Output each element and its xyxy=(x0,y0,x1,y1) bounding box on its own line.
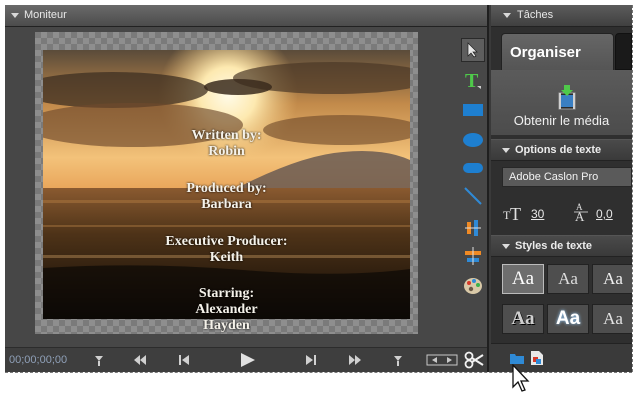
step-back-button[interactable] xyxy=(173,351,195,369)
get-media-button[interactable] xyxy=(555,85,577,116)
font-size-icon: T T xyxy=(503,204,521,223)
text-style-swatch[interactable]: Aa xyxy=(547,264,589,294)
fast-forward-icon xyxy=(349,355,361,365)
font-size-value[interactable]: 30 xyxy=(531,207,544,221)
new-document-icon xyxy=(531,351,543,365)
credit-line: Keith xyxy=(209,250,244,265)
credit-line: Alexander xyxy=(195,302,258,317)
set-in-point-button[interactable] xyxy=(89,351,111,369)
text-options-section-header[interactable]: Options de texte xyxy=(491,139,632,161)
collapse-triangle-icon[interactable] xyxy=(503,13,511,18)
step-back-icon xyxy=(179,355,189,365)
set-out-point-button[interactable] xyxy=(386,351,408,369)
preview-area[interactable]: Written by: Robin Produced by: Barbara E… xyxy=(35,32,418,334)
text-style-swatch[interactable]: Aa xyxy=(592,264,632,294)
split-scissors-icon xyxy=(464,351,484,369)
text-style-swatch[interactable]: Aa xyxy=(547,304,589,334)
folder-icon xyxy=(510,354,524,364)
text-styles-label: Styles de texte xyxy=(515,240,593,252)
trim-icon xyxy=(426,354,458,366)
svg-text:A: A xyxy=(575,209,585,223)
step-forward-icon xyxy=(306,355,316,365)
get-media-label[interactable]: Obtenir le média xyxy=(491,113,632,128)
split-clip-button[interactable] xyxy=(463,351,485,369)
new-item-button[interactable] xyxy=(530,350,544,371)
rounded-rectangle-icon xyxy=(463,163,483,173)
rounded-rect-tool-button[interactable] xyxy=(461,156,485,180)
step-forward-button[interactable] xyxy=(300,351,322,369)
tab-next[interactable] xyxy=(615,33,632,70)
line-icon xyxy=(464,187,482,205)
collapse-triangle-icon xyxy=(502,244,510,249)
leading-value[interactable]: 0,0 xyxy=(596,207,613,221)
tab-organiser-label: Organiser xyxy=(510,44,581,61)
svg-text:T: T xyxy=(510,204,521,223)
text-style-swatch[interactable]: Aa xyxy=(502,304,544,334)
monitor-panel: Moniteur Written by: Robin Produced by: … xyxy=(5,5,489,372)
text-tool-button[interactable]: T xyxy=(461,68,485,92)
text-styles-section-header[interactable]: Styles de texte xyxy=(491,235,632,257)
screenshot-border xyxy=(632,5,633,372)
get-media-icon xyxy=(558,85,576,110)
screenshot-border xyxy=(5,372,632,373)
tasks-panel-title: Tâches xyxy=(517,9,554,21)
set-out-point-icon xyxy=(394,356,402,366)
credit-line: Hayden xyxy=(203,318,250,333)
monitor-panel-title: Moniteur xyxy=(24,9,67,21)
credit-line: Executive Producer: xyxy=(165,234,288,249)
video-frame[interactable]: Written by: Robin Produced by: Barbara E… xyxy=(43,50,410,319)
credit-line: Produced by: xyxy=(186,181,267,196)
align-icon xyxy=(465,220,481,236)
tab-organiser[interactable]: Organiser xyxy=(501,33,614,70)
tasks-panel-header[interactable]: Tâches xyxy=(491,5,632,27)
line-tool-button[interactable] xyxy=(461,184,485,208)
monitor-panel-header[interactable]: Moniteur xyxy=(5,5,487,27)
font-size-row: T T 30 A A 0,0 xyxy=(491,198,632,226)
text-tool-icon: T xyxy=(465,70,481,90)
tasks-panel: Tâches Organiser Obtenir le média Option… xyxy=(491,5,632,372)
font-family-select[interactable]: Adobe Caslon Pro xyxy=(502,167,632,187)
ellipse-tool-button[interactable] xyxy=(461,128,485,152)
credit-line: Written by: xyxy=(191,128,262,143)
mouse-cursor-icon xyxy=(512,364,530,392)
credit-line: Barbara xyxy=(201,197,252,212)
collapse-triangle-icon xyxy=(502,148,510,153)
text-style-swatch[interactable]: Aa xyxy=(592,304,632,334)
rectangle-icon xyxy=(463,104,483,116)
selection-tool-button[interactable] xyxy=(461,38,485,62)
color-palette-button[interactable] xyxy=(461,274,485,298)
app-window: Moniteur Written by: Robin Produced by: … xyxy=(5,5,632,372)
distribute-tool-button[interactable] xyxy=(461,244,485,268)
collapse-triangle-icon[interactable] xyxy=(11,13,19,18)
leading-icon: A A xyxy=(574,202,588,223)
text-options-label: Options de texte xyxy=(515,144,602,156)
align-tool-button[interactable] xyxy=(461,216,485,240)
ellipse-icon xyxy=(463,133,483,147)
timecode-display[interactable]: 00;00;00;00 xyxy=(9,354,67,366)
set-in-point-icon xyxy=(95,356,103,366)
fast-forward-button[interactable] xyxy=(344,351,366,369)
playback-controls: 00;00;00;00 xyxy=(5,347,487,372)
color-palette-icon xyxy=(464,278,482,294)
svg-text:T: T xyxy=(465,70,479,90)
rectangle-tool-button[interactable] xyxy=(461,98,485,122)
trim-button[interactable] xyxy=(425,351,459,369)
credit-line: Starring: xyxy=(198,286,255,301)
text-style-swatch[interactable]: Aa xyxy=(502,264,544,294)
play-button[interactable] xyxy=(237,351,259,369)
distribute-icon xyxy=(465,247,481,265)
rewind-button[interactable] xyxy=(129,351,151,369)
credit-line: Robin xyxy=(208,144,245,159)
selection-arrow-icon xyxy=(467,42,478,58)
play-icon xyxy=(241,353,255,367)
rewind-icon xyxy=(134,355,146,365)
